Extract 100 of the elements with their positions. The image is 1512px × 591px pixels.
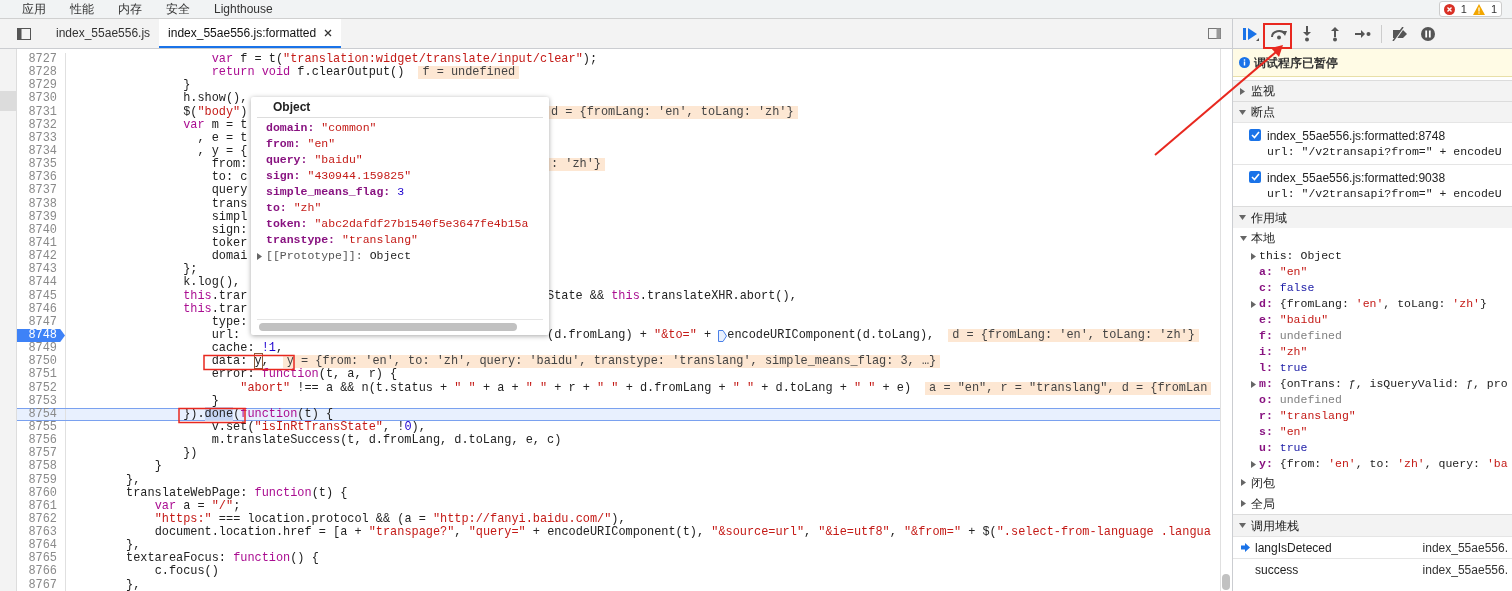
panel-tab[interactable]: 应用 (10, 0, 58, 18)
variable-name: s: (1259, 424, 1273, 441)
panel-tab[interactable]: 安全 (154, 0, 202, 18)
code-text: trans (211, 197, 248, 211)
property-value: "common" (321, 120, 377, 136)
section-header[interactable]: 监视 (1233, 80, 1512, 101)
code-text: query (211, 184, 248, 198)
line-number: 8751 (27, 368, 58, 382)
code-text: var f = t("translation:widget/translate/input/clear"); (211, 53, 598, 66)
line-number: 8730 (27, 92, 58, 106)
collapsed-triangle-icon[interactable] (1250, 252, 1257, 260)
inline-value: a = "en", r = "translang", d = {fromLan (925, 381, 1212, 395)
line-number: 8736 (27, 171, 58, 185)
property-name: sign: (266, 168, 301, 184)
expanded-triangle-icon[interactable] (1239, 214, 1246, 221)
property-name: query: (266, 152, 308, 168)
collapsed-triangle-icon[interactable] (1240, 500, 1247, 507)
code-text: data: y, (211, 355, 269, 369)
variable-name: f: (1259, 328, 1273, 345)
expanded-triangle-icon[interactable] (1239, 522, 1246, 529)
call-frame[interactable]: success index_55ae556. (1233, 558, 1512, 580)
issues-counter[interactable]: 1 1 (1438, 1, 1502, 17)
collapsed-triangle-icon[interactable] (1250, 460, 1257, 468)
variable-name: a: (1259, 264, 1273, 281)
code-text: State && this.translateXHR.abort(), (547, 289, 797, 303)
inline-breakpoint-icon[interactable] (718, 329, 728, 342)
variable-value: "baidu" (1279, 312, 1329, 329)
code-text: sign: (211, 223, 248, 237)
variable-value: "en" (1279, 424, 1308, 441)
checkbox[interactable] (1249, 129, 1261, 141)
variable-value: {from: 'en', to: 'zh', query: 'ba (1279, 456, 1508, 473)
variable-value: undefined (1279, 328, 1342, 345)
line-number: 8735 (27, 158, 58, 172)
line-number: 8758 (27, 460, 58, 474)
section-header[interactable]: 断点 (1233, 101, 1512, 122)
code-text: url: (211, 328, 241, 342)
panel-tab[interactable]: 内存 (106, 0, 154, 18)
variable-name: this: (1259, 248, 1294, 265)
step-out-icon (1330, 25, 1340, 42)
breakpoint-location[interactable]: index_55ae556.js:formatted:9038 (1267, 170, 1502, 186)
close-icon[interactable] (324, 28, 333, 37)
variable-value: "zh" (1279, 344, 1308, 361)
breakpoint-slash-icon (1391, 26, 1409, 41)
line-number: 8763 (27, 526, 58, 540)
scope-group[interactable]: 全局 (1233, 493, 1512, 514)
line-number: 8740 (27, 223, 58, 237)
collapsed-triangle-icon[interactable] (256, 252, 263, 260)
code-text: } (154, 460, 162, 474)
error-icon (1443, 3, 1455, 15)
code-text: document.location.href = [a + "transpage?", "query=" + encodeURIComponent(t), "&source=url", "&ie=utf8", "&from=" + $(".select-from-language .langua (154, 526, 1211, 540)
scrollbar-thumb[interactable] (259, 322, 517, 331)
checkbox[interactable] (1249, 171, 1261, 183)
variable-name: u: (1259, 440, 1273, 457)
line-number: 8744 (27, 276, 58, 290)
property-value: "baidu" (314, 152, 363, 168)
property-name: token: (266, 216, 308, 232)
property-name: [[Prototype]]: (266, 248, 363, 264)
expanded-triangle-icon[interactable] (1240, 234, 1247, 242)
file-tab[interactable]: index_55ae556.js (47, 19, 160, 48)
collapsed-triangle-icon[interactable] (1239, 87, 1246, 95)
panel-tab[interactable]: Lighthouse (202, 0, 285, 18)
scope-group[interactable]: 本地 (1233, 228, 1512, 248)
line-number: 8749 (27, 342, 58, 356)
expanded-triangle-icon[interactable] (1239, 108, 1246, 116)
resume-icon (1243, 26, 1259, 41)
line-number: 8762 (27, 512, 58, 526)
line-number: 8727 (27, 53, 58, 66)
file-tab[interactable]: index_55ae556.js:formatted (159, 19, 342, 48)
section-header[interactable]: 调用堆栈 (1233, 514, 1512, 536)
scrollbar-thumb[interactable] (1222, 574, 1230, 590)
variable-name: l: (1259, 360, 1273, 377)
collapsed-triangle-icon[interactable] (1240, 479, 1247, 486)
variable-name: o: (1259, 392, 1273, 409)
line-number: 8733 (27, 131, 58, 145)
variable-name: y: (1259, 456, 1273, 473)
call-frame[interactable]: langIsDeteced index_55ae556. (1233, 536, 1512, 558)
code-text: } (211, 394, 219, 408)
line-number: 8766 (27, 565, 58, 579)
code-text: to: c (211, 171, 248, 185)
collapsed-triangle-icon[interactable] (1250, 300, 1257, 308)
code-text: }, (126, 539, 141, 553)
warning-icon (1472, 3, 1485, 15)
section-header[interactable]: 作用域 (1233, 206, 1512, 228)
scope-group[interactable]: 闭包 (1233, 472, 1512, 493)
breakpoint-line-number[interactable]: 8748 (17, 328, 65, 343)
code-text: encodeURIComponent(d.toLang), (727, 328, 935, 343)
sidebar-toggle-icon[interactable] (16, 27, 31, 40)
code-text: k.log(), (183, 276, 241, 290)
variable-value: Object (1300, 248, 1342, 265)
line-number: 8752 (27, 381, 58, 395)
breakpoint-location[interactable]: index_55ae556.js:formatted:8748 (1267, 128, 1502, 144)
panel-toggle-icon[interactable] (1208, 28, 1221, 39)
line-number: 8765 (27, 552, 58, 566)
line-number: 8757 (27, 447, 58, 461)
property-name: transtype: (266, 232, 335, 248)
collapsed-triangle-icon[interactable] (1250, 380, 1257, 388)
variable-name: d: (1259, 296, 1273, 313)
variable-name: m: (1259, 376, 1273, 393)
inline-value: d = {fromLang: 'en', toLang: 'zh'} (948, 328, 1199, 343)
panel-tab[interactable]: 性能 (58, 0, 106, 18)
